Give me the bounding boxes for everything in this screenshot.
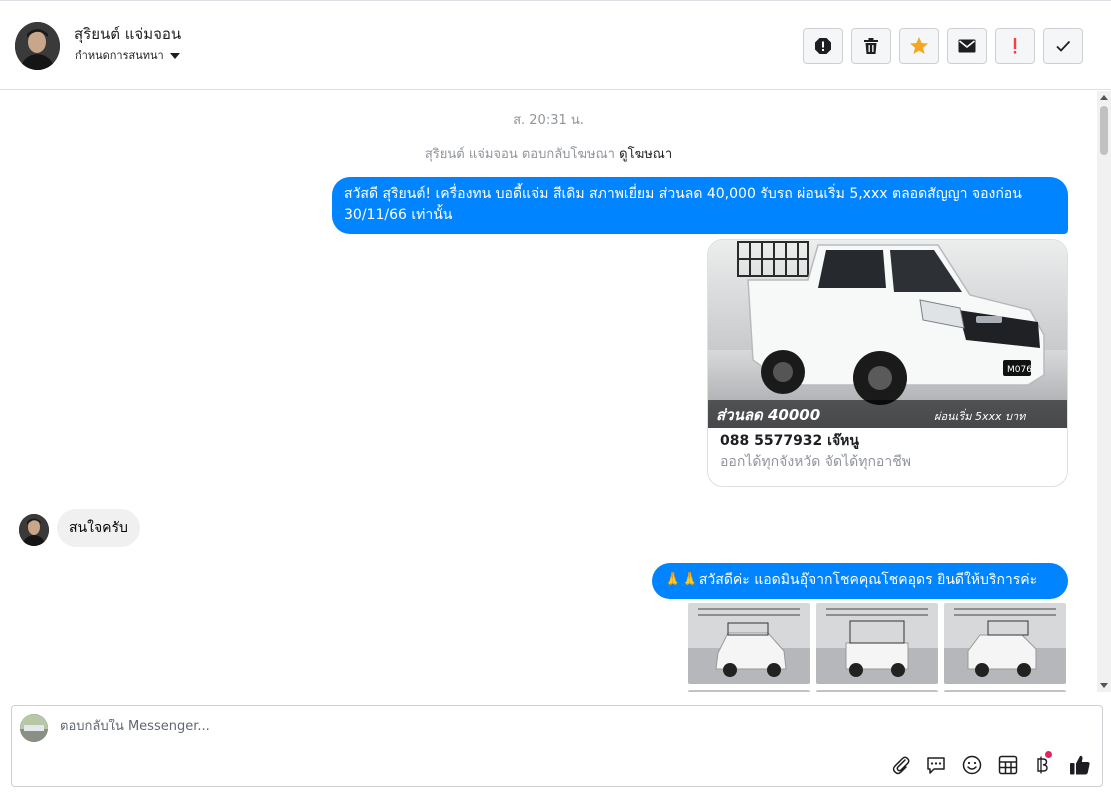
- incoming-message[interactable]: สนใจครับ: [57, 509, 140, 547]
- contact-avatar[interactable]: [15, 22, 60, 70]
- ad-photo-installment-text: ผ่อนเริ่ม 5xxx บาท: [934, 408, 1026, 423]
- reply-input[interactable]: [60, 719, 760, 734]
- assign-conversation-label: กำหนดการสนทนา: [75, 49, 164, 62]
- attach-file-button[interactable]: [890, 754, 912, 776]
- like-button[interactable]: [1069, 754, 1091, 776]
- assign-conversation-dropdown[interactable]: กำหนดการสนทนา: [75, 46, 180, 64]
- customer-avatar[interactable]: [19, 514, 49, 546]
- message-scrollbar[interactable]: [1097, 91, 1111, 692]
- photo-thumbnail[interactable]: [816, 603, 938, 684]
- exclamation-icon: [1013, 38, 1017, 54]
- plate-text: M076: [1007, 365, 1032, 375]
- star-button[interactable]: [899, 28, 939, 64]
- envelope-icon: [958, 39, 976, 53]
- notification-dot: [1045, 751, 1052, 758]
- message-timestamp: ส. 20:31 น.: [513, 113, 584, 128]
- like-icon: [1070, 755, 1090, 775]
- outgoing-message[interactable]: สวัสดี สุริยนต์! เครื่องทน บอดี้แจ่ม สีเ…: [332, 177, 1068, 234]
- scroll-up-arrow-icon[interactable]: [1100, 95, 1108, 100]
- delete-button[interactable]: [851, 28, 891, 64]
- mark-unread-button[interactable]: [947, 28, 987, 64]
- report-spam-button[interactable]: [803, 28, 843, 64]
- star-icon: [910, 37, 928, 54]
- photo-thumbnail[interactable]: [816, 690, 938, 692]
- follow-up-button[interactable]: [995, 28, 1035, 64]
- ad-photo-pickup-truck[interactable]: M076 ส่วนลด 40000 ผ่อนเริ่ม 5xxx บาท: [708, 240, 1068, 428]
- message-thread[interactable]: ส. 20:31 น. สุริยนต์ แจ่มจอน ตอบกลับโฆษณ…: [0, 91, 1097, 692]
- photo-thumbnail[interactable]: [688, 603, 810, 684]
- ad-reply-note: สุริยนต์ แจ่มจอน ตอบกลับโฆษณา ดูโฆษณา: [0, 143, 1097, 164]
- trash-icon: [864, 38, 878, 54]
- ad-card[interactable]: M076 ส่วนลด 40000 ผ่อนเริ่ม 5xxx บาท 088…: [707, 239, 1068, 487]
- attachment-icon: [892, 756, 910, 775]
- ad-title[interactable]: 088 5577932 เจ๊หนู: [720, 430, 859, 452]
- ad-subtitle: ออกได้ทุกจังหวัด จัดได้ทุกอาชีพ: [720, 454, 911, 470]
- mark-done-button[interactable]: [1043, 28, 1083, 64]
- view-ad-link[interactable]: ดูโฆษณา: [619, 147, 672, 162]
- saved-replies-icon: [927, 757, 945, 774]
- message-composer: [11, 705, 1103, 787]
- template-button[interactable]: [997, 754, 1019, 776]
- photo-thumbnail[interactable]: [944, 603, 1066, 684]
- page-avatar: [20, 714, 48, 742]
- caret-down-icon: [169, 52, 180, 59]
- scrollbar-thumb[interactable]: [1100, 106, 1108, 155]
- outgoing-message[interactable]: 🙏🙏สวัสดีค่ะ แอดมินอุ๊จากโชคคุณโชคอุดร ยิ…: [652, 563, 1068, 599]
- emoji-icon: [962, 755, 982, 775]
- check-icon: [1056, 40, 1071, 52]
- ad-reply-text: สุริยนต์ แจ่มจอน ตอบกลับโฆษณา: [424, 147, 615, 162]
- report-icon: [815, 38, 831, 54]
- contact-name[interactable]: สุริยนต์ แจ่มจอน: [74, 22, 181, 46]
- scroll-down-arrow-icon[interactable]: [1100, 683, 1108, 688]
- emoji-button[interactable]: [961, 754, 983, 776]
- conversation-header: สุริยนต์ แจ่มจอน กำหนดการสนทนา: [0, 0, 1111, 90]
- photo-thumbnail[interactable]: [944, 690, 1066, 692]
- template-icon: [998, 755, 1018, 775]
- ad-photo-discount-text: ส่วนลด 40000: [716, 406, 820, 424]
- saved-replies-button[interactable]: [925, 754, 947, 776]
- payment-button[interactable]: [1032, 751, 1054, 776]
- photo-thumbnail[interactable]: [688, 690, 810, 692]
- payment-icon: [1037, 756, 1048, 774]
